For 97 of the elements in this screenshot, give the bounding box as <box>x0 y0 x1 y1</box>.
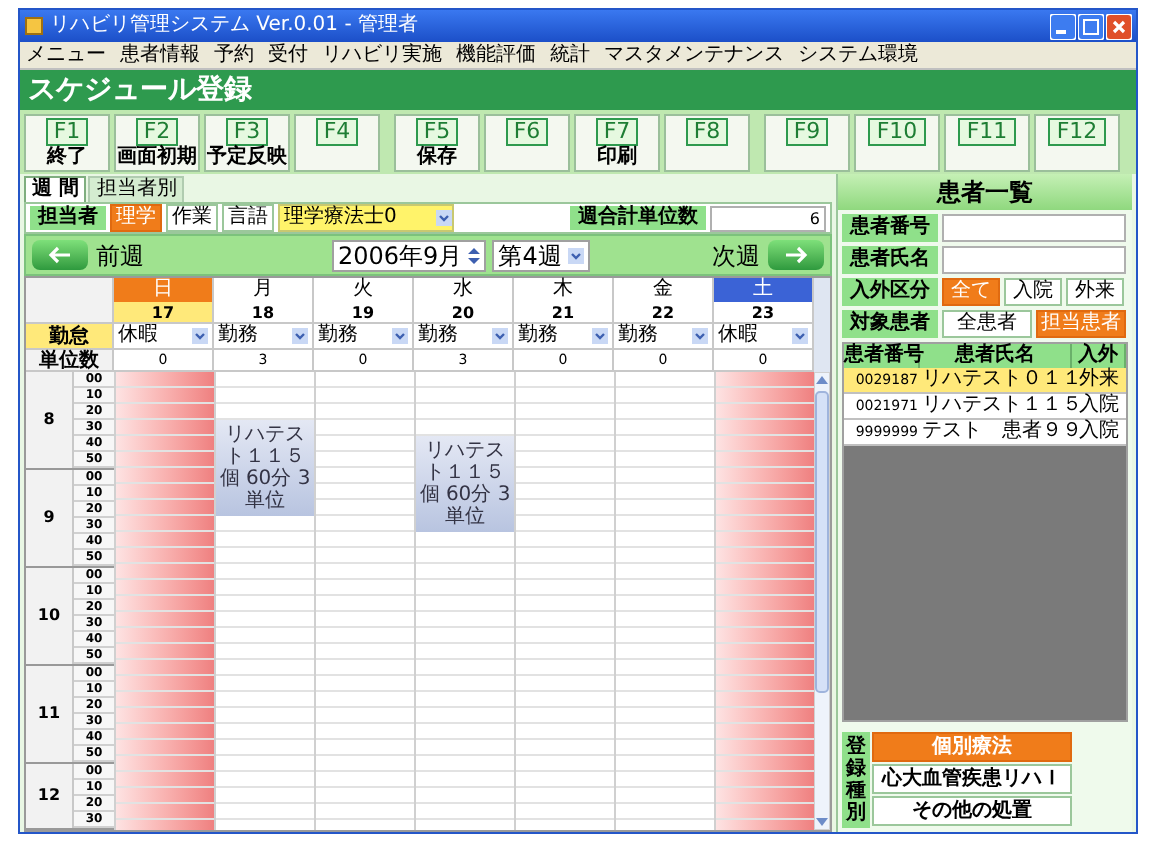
dropdown-caret-icon[interactable] <box>192 327 208 344</box>
tab[interactable]: 担当者別 <box>88 176 185 203</box>
menu-item[interactable]: マスタメンテナンス <box>604 43 784 67</box>
field-label: 担当者 <box>30 206 106 231</box>
function-key-button[interactable]: F1 終了 <box>24 113 110 171</box>
function-key-button[interactable]: F11 <box>944 113 1030 171</box>
function-key-button[interactable]: F4 <box>294 113 380 171</box>
panel-header: 患者一覧 <box>838 174 1132 210</box>
previous-week-label[interactable]: 前週 <box>96 241 144 270</box>
option-button[interactable]: 言語 <box>222 204 274 233</box>
field-label: 患者番号 <box>842 214 938 242</box>
option-button[interactable]: 全患者 <box>942 310 1032 338</box>
field-label: 入外区分 <box>842 278 938 306</box>
appointment-block[interactable]: リハテスト１１５ 個 60分 3単位 <box>416 435 514 532</box>
table-cell: リハテスト１１５ <box>920 394 1072 418</box>
total-units-field: 6 <box>710 205 826 232</box>
table-cell: テスト 患者９９ <box>920 420 1072 444</box>
function-key-button[interactable]: F9 <box>764 113 850 171</box>
month-spinner[interactable]: 2006年9月 <box>332 239 487 272</box>
menu-item[interactable]: システム環境 <box>798 43 918 67</box>
registration-type-label: 登録種別 <box>842 732 870 828</box>
hour-label: 10 <box>26 567 74 664</box>
menu-item[interactable]: リハビリ実施 <box>322 43 442 67</box>
dropdown-caret-icon[interactable] <box>692 327 708 344</box>
registration-option-button[interactable]: その他の処置 <box>872 796 1072 826</box>
menu-item[interactable]: メニュー <box>26 43 106 67</box>
scrollbar[interactable] <box>814 371 830 830</box>
option-button[interactable]: 作業 <box>166 204 218 233</box>
function-key-button[interactable]: F5 保存 <box>394 113 480 171</box>
date-cell: 20 <box>414 301 514 324</box>
spinner-arrows-icon <box>468 245 481 266</box>
function-key-button[interactable]: F12 <box>1034 113 1120 171</box>
hour-label: 8 <box>26 371 74 468</box>
dropdown-caret-icon[interactable] <box>392 327 408 344</box>
date-cell: 23 <box>714 301 814 324</box>
attendance-dropdown[interactable]: 休暇 <box>114 323 214 350</box>
scrollbar-gutter <box>814 277 830 372</box>
field-label: 週合計単位数 <box>570 206 706 231</box>
attendance-dropdown[interactable]: 勤務 <box>314 323 414 350</box>
appointment-block[interactable]: リハテスト１１５ 個 60分 3単位 <box>216 419 314 516</box>
app-icon <box>24 16 44 36</box>
minimize-icon[interactable] <box>1050 13 1076 39</box>
hour-label: 9 <box>26 469 74 566</box>
window-title: リハビリ管理システム Ver.0.01 - 管理者 <box>50 14 418 38</box>
function-key-button[interactable]: F10 <box>854 113 940 171</box>
row-label: 単位数 <box>26 349 114 372</box>
date-cell: 21 <box>514 301 614 324</box>
menu-item[interactable]: 統計 <box>550 43 590 67</box>
table-cell: リハテスト０１１ <box>920 368 1072 392</box>
dropdown-caret-icon[interactable] <box>567 247 584 264</box>
option-button[interactable]: 外来 <box>1066 278 1124 306</box>
corner-header-cell <box>26 277 114 324</box>
tab[interactable]: 週 間 <box>24 176 87 203</box>
right-arrow-icon <box>784 246 808 265</box>
field-label: 対象患者 <box>842 310 938 338</box>
function-key-button[interactable]: F3 予定反映 <box>204 113 290 171</box>
screen-header: スケジュール登録 <box>20 70 1136 110</box>
function-key-button[interactable]: F6 <box>484 113 570 171</box>
dropdown-caret-icon[interactable] <box>492 327 508 344</box>
maximize-icon[interactable] <box>1078 13 1104 39</box>
dropdown-caret-icon[interactable] <box>792 327 808 344</box>
hour-label: 12 <box>26 763 74 828</box>
previous-week-button[interactable] <box>32 240 88 271</box>
dropdown-caret-icon[interactable] <box>436 210 452 227</box>
attendance-dropdown[interactable]: 勤務 <box>514 323 614 350</box>
left-arrow-icon <box>48 246 72 265</box>
weekday-header: 土 <box>714 277 814 302</box>
dropdown-caret-icon[interactable] <box>292 327 308 344</box>
input-field[interactable] <box>942 214 1126 242</box>
date-cell: 19 <box>314 301 414 324</box>
option-button[interactable]: 入院 <box>1004 278 1062 306</box>
menu-item[interactable]: 機能評価 <box>456 43 536 67</box>
function-key-button[interactable]: F7 印刷 <box>574 113 660 171</box>
row-label: 勤怠 <box>26 323 114 350</box>
field-label: 患者氏名 <box>842 246 938 274</box>
next-week-label[interactable]: 次週 <box>712 241 760 270</box>
close-icon[interactable] <box>1106 13 1132 39</box>
next-week-button[interactable] <box>768 240 824 271</box>
attendance-dropdown[interactable]: 勤務 <box>214 323 314 350</box>
function-key-button[interactable]: F2 画面初期 <box>114 113 200 171</box>
attendance-dropdown[interactable]: 休暇 <box>714 323 814 350</box>
week-dropdown[interactable]: 第4週 <box>492 239 590 272</box>
date-cell: 18 <box>214 301 314 324</box>
menu-item[interactable]: 受付 <box>268 43 308 67</box>
date-cell: 22 <box>614 301 714 324</box>
menu-item[interactable]: 予約 <box>214 43 254 67</box>
menu-item[interactable]: 患者情報 <box>120 43 200 67</box>
date-cell: 17 <box>114 301 214 324</box>
function-key-button[interactable]: F8 <box>664 113 750 171</box>
attendance-dropdown[interactable]: 勤務 <box>614 323 714 350</box>
hour-label: 11 <box>26 665 74 762</box>
input-field[interactable] <box>942 246 1126 274</box>
weekday-header: 日 <box>114 277 214 302</box>
dropdown-caret-icon[interactable] <box>592 327 608 344</box>
staff-dropdown[interactable]: 理学療法士0 <box>278 204 454 233</box>
attendance-dropdown[interactable]: 勤務 <box>414 323 514 350</box>
registration-option-button[interactable]: 心大血管疾患リハＩ <box>872 764 1072 794</box>
